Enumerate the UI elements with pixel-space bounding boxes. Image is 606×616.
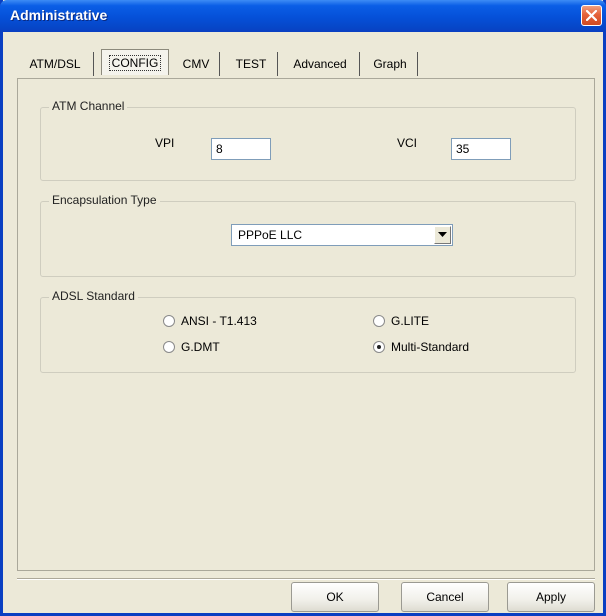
tab-cmv-label: CMV — [182, 57, 210, 71]
tab-advanced[interactable]: Advanced — [281, 52, 360, 76]
vpi-input[interactable] — [211, 138, 271, 160]
adsl-standard-group: ADSL Standard ANSI - T1.413 G.LITE G.DMT… — [40, 289, 576, 373]
ok-button[interactable]: OK — [291, 582, 379, 612]
radio-button-icon — [373, 315, 385, 327]
footer-divider — [17, 578, 595, 580]
tab-cmv[interactable]: CMV — [173, 52, 220, 76]
encapsulation-group: Encapsulation Type PPPoE LLC — [40, 193, 576, 277]
apply-button[interactable]: Apply — [507, 582, 595, 612]
config-panel: ATM Channel VPI VCI Encapsulation Type P… — [17, 78, 595, 571]
window-title: Administrative — [10, 7, 108, 23]
close-button[interactable] — [581, 5, 602, 26]
radio-g-lite-label: G.LITE — [391, 314, 430, 328]
radio-ansi-label: ANSI - T1.413 — [181, 314, 257, 328]
radio-button-icon — [163, 315, 175, 327]
radio-ansi-t1413[interactable]: ANSI - T1.413 — [163, 314, 257, 328]
encapsulation-selected-value: PPPoE LLC — [238, 228, 303, 242]
radio-multi-standard[interactable]: Multi-Standard — [373, 340, 469, 354]
dropdown-arrow-button[interactable] — [434, 226, 451, 244]
tab-test[interactable]: TEST — [225, 52, 278, 76]
radio-button-checked-icon — [373, 341, 385, 353]
title-bar[interactable]: Administrative — [0, 0, 606, 32]
tab-config-label: CONFIG — [108, 55, 162, 71]
encapsulation-label: Encapsulation Type — [49, 193, 160, 207]
radio-g-dmt[interactable]: G.DMT — [163, 340, 220, 354]
radio-multi-standard-label: Multi-Standard — [391, 340, 470, 354]
chevron-down-icon — [438, 232, 447, 237]
vci-label: VCI — [397, 136, 418, 150]
radio-g-dmt-label: G.DMT — [181, 340, 220, 354]
tab-advanced-label: Advanced — [293, 57, 347, 71]
radio-g-lite[interactable]: G.LITE — [373, 314, 429, 328]
tab-graph-label: Graph — [373, 57, 407, 71]
adsl-standard-label: ADSL Standard — [49, 289, 138, 303]
vci-input[interactable] — [451, 138, 511, 160]
atm-channel-label: ATM Channel — [49, 99, 128, 113]
tab-test-label: TEST — [235, 57, 267, 71]
tab-graph[interactable]: Graph — [363, 52, 418, 76]
vpi-label: VPI — [155, 136, 175, 150]
close-icon — [586, 10, 597, 21]
administrative-dialog: Administrative ATM/DSL CONFIG CMV TEST A… — [0, 0, 606, 616]
radio-button-icon — [163, 341, 175, 353]
cancel-button[interactable]: Cancel — [401, 582, 489, 612]
atm-channel-group: ATM Channel VPI VCI — [40, 99, 576, 181]
encapsulation-select[interactable]: PPPoE LLC — [231, 224, 453, 246]
tab-config[interactable]: CONFIG — [101, 49, 169, 75]
tab-atm-dsl[interactable]: ATM/DSL — [17, 52, 94, 76]
tab-atm-dsl-label: ATM/DSL — [29, 57, 81, 71]
